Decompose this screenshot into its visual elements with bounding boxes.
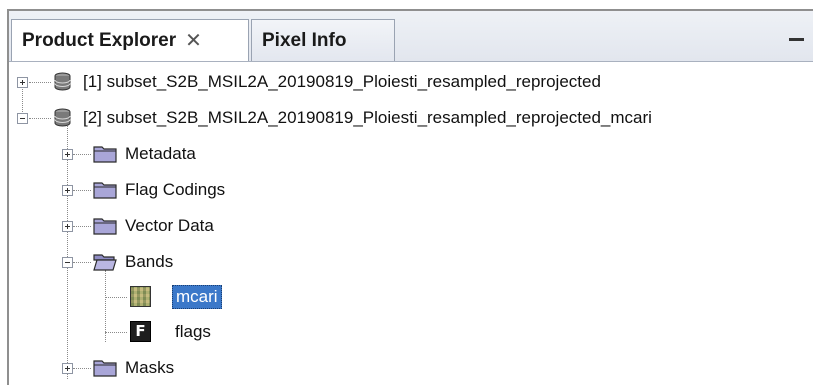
tab-bar: Product Explorer ✕ Pixel Info xyxy=(9,11,813,62)
collapse-icon[interactable] xyxy=(62,257,73,268)
tab-product-explorer[interactable]: Product Explorer ✕ xyxy=(11,19,249,61)
masks-label[interactable]: Masks xyxy=(125,357,174,379)
close-icon[interactable]: ✕ xyxy=(185,28,202,53)
folder-icon xyxy=(93,360,117,377)
tree-node-product-2[interactable]: [2] subset_S2B_MSIL2A_20190819_Ploiesti_… xyxy=(9,103,809,133)
tree-node-vector-data[interactable]: Vector Data xyxy=(9,211,409,241)
folder-icon xyxy=(93,182,117,199)
raster-band-icon xyxy=(130,286,151,307)
product-1-label[interactable]: [1] subset_S2B_MSIL2A_20190819_Ploiesti_… xyxy=(83,71,601,93)
product-explorer-panel: Product Explorer ✕ Pixel Info [1] subset… xyxy=(7,9,813,385)
expand-icon[interactable] xyxy=(62,185,73,196)
tree-node-product-1[interactable]: [1] subset_S2B_MSIL2A_20190819_Ploiesti_… xyxy=(9,67,809,97)
metadata-label[interactable]: Metadata xyxy=(125,143,196,165)
tab-product-explorer-label: Product Explorer xyxy=(22,29,177,51)
flag-codings-label[interactable]: Flag Codings xyxy=(125,179,225,201)
tree-node-band-mcari[interactable]: mcari xyxy=(9,282,409,312)
product-database-icon xyxy=(54,108,71,127)
tree-node-masks[interactable]: Masks xyxy=(9,353,409,383)
expand-icon[interactable] xyxy=(62,149,73,160)
collapse-icon[interactable] xyxy=(17,113,28,124)
band-flags-label[interactable]: flags xyxy=(175,321,211,343)
vector-data-label[interactable]: Vector Data xyxy=(125,215,214,237)
product-database-icon xyxy=(54,72,71,91)
expand-icon[interactable] xyxy=(62,221,73,232)
tree-node-bands[interactable]: Bands xyxy=(9,247,409,277)
tree-node-flag-codings[interactable]: Flag Codings xyxy=(9,175,409,205)
folder-icon xyxy=(93,218,117,235)
folder-icon xyxy=(93,146,117,163)
open-folder-icon xyxy=(93,254,117,271)
tab-pixel-info[interactable]: Pixel Info xyxy=(251,19,395,61)
flag-band-icon: F xyxy=(130,321,151,342)
top-strip xyxy=(0,0,813,9)
tree-node-metadata[interactable]: Metadata xyxy=(9,139,409,169)
band-mcari-label[interactable]: mcari xyxy=(172,285,222,309)
minimize-icon[interactable] xyxy=(789,38,804,41)
expand-icon[interactable] xyxy=(62,363,73,374)
expand-icon[interactable] xyxy=(17,77,28,88)
tree-node-band-flags[interactable]: F flags xyxy=(9,317,409,347)
bands-label[interactable]: Bands xyxy=(125,251,173,273)
product-tree: [1] subset_S2B_MSIL2A_20190819_Ploiesti_… xyxy=(9,62,813,385)
tab-pixel-info-label: Pixel Info xyxy=(262,29,347,51)
product-2-label[interactable]: [2] subset_S2B_MSIL2A_20190819_Ploiesti_… xyxy=(83,107,652,129)
